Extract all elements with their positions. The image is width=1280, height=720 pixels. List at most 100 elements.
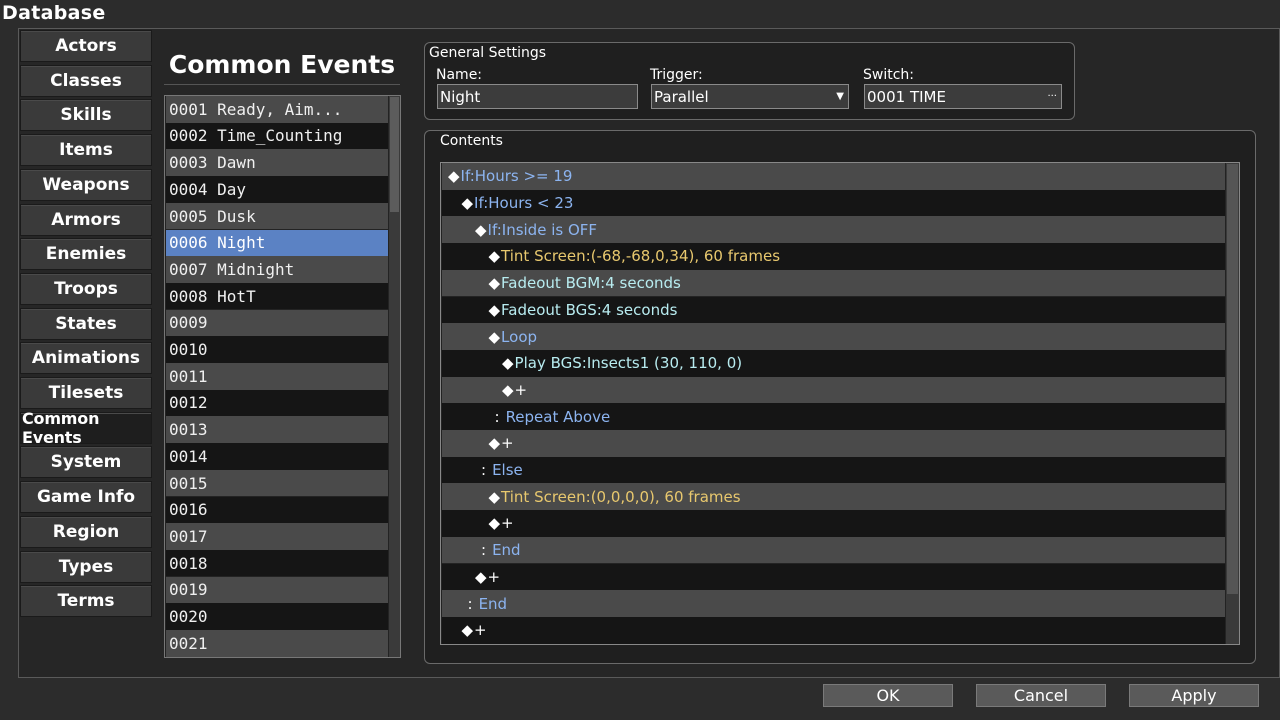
event-list-item[interactable]: 0011 bbox=[166, 363, 388, 390]
general-settings-title: General Settings bbox=[429, 45, 547, 61]
tab-common-events[interactable]: Common Events bbox=[20, 409, 152, 447]
diamond-icon: ◆ bbox=[461, 621, 474, 640]
event-list-item[interactable]: 0016 bbox=[166, 496, 388, 524]
command-row[interactable]: : End bbox=[442, 590, 1225, 617]
name-input[interactable]: Night bbox=[437, 84, 638, 109]
diamond-icon: ◆ bbox=[488, 274, 501, 293]
event-list-item[interactable]: 0002 Time_Counting bbox=[166, 122, 388, 150]
command-row[interactable]: ◆ Tint Screen:(0,0,0,0), 60 frames bbox=[442, 483, 1225, 511]
ellipsis-icon: ··· bbox=[1047, 91, 1057, 102]
command-text: If:Hours < 23 bbox=[474, 194, 574, 213]
tab-terms[interactable]: Terms bbox=[20, 585, 152, 618]
event-list-item[interactable]: 0001 Ready, Aim... bbox=[166, 96, 388, 123]
tab-armors[interactable]: Armors bbox=[20, 203, 152, 236]
apply-button[interactable]: Apply bbox=[1129, 684, 1259, 707]
tab-classes[interactable]: Classes bbox=[20, 64, 152, 97]
tab-actors[interactable]: Actors bbox=[20, 30, 152, 62]
event-list-item[interactable]: 0010 bbox=[166, 336, 388, 363]
command-text: If:Hours >= 19 bbox=[460, 167, 573, 186]
event-list-item[interactable]: 0021 bbox=[166, 630, 388, 657]
command-text: + bbox=[501, 514, 514, 533]
event-list-item[interactable]: 0019 bbox=[166, 576, 388, 604]
event-list-item[interactable]: 0008 HotT bbox=[166, 282, 388, 310]
command-text: + bbox=[514, 380, 528, 399]
contents-title: Contents bbox=[440, 133, 503, 149]
common-events-list[interactable]: 0001 Ready, Aim... 0002 Time_Counting 0003… bbox=[164, 95, 401, 658]
command-text: + bbox=[474, 621, 487, 640]
command-row[interactable]: : Else bbox=[442, 456, 1225, 484]
list-scrollbar-thumb[interactable] bbox=[390, 97, 399, 212]
tab-skills[interactable]: Skills bbox=[20, 99, 152, 132]
command-row[interactable]: ◆ + bbox=[442, 616, 1225, 644]
diamond-icon: ◆ bbox=[488, 434, 501, 453]
name-label: Name: bbox=[436, 67, 483, 83]
event-list-item[interactable]: 0005 Dusk bbox=[166, 202, 388, 230]
tab-troops[interactable]: Troops bbox=[20, 272, 152, 305]
event-list-item[interactable]: 0017 bbox=[166, 523, 388, 550]
diamond-icon: ◆ bbox=[461, 194, 474, 213]
command-row[interactable]: ◆ If:Hours < 23 bbox=[442, 189, 1225, 217]
trigger-label: Trigger: bbox=[650, 67, 703, 83]
tab-region[interactable]: Region bbox=[20, 515, 152, 548]
command-text: Tint Screen:(0,0,0,0), 60 frames bbox=[501, 487, 741, 506]
diamond-icon: ◆ bbox=[475, 567, 487, 586]
cancel-button[interactable]: Cancel bbox=[976, 684, 1106, 707]
command-text: Fadeout BGS:4 seconds bbox=[501, 300, 678, 319]
command-text: Else bbox=[492, 461, 523, 480]
command-row[interactable]: : End bbox=[442, 536, 1225, 564]
general-settings-panel: General Settings Name: Night Trigger: Pa… bbox=[424, 42, 1075, 120]
command-row[interactable]: ◆ Tint Screen:(-68,-68,0,34), 60 frames bbox=[442, 243, 1225, 270]
command-row[interactable]: ◆ Fadeout BGS:4 seconds bbox=[442, 296, 1225, 324]
command-row[interactable]: ◆ Fadeout BGM:4 seconds bbox=[442, 269, 1225, 297]
command-row[interactable]: ◆ Play BGS:Insects1 (30, 110, 0) bbox=[442, 349, 1225, 377]
event-list-item[interactable]: 0004 Day bbox=[166, 176, 388, 203]
event-list-item[interactable]: 0014 bbox=[166, 443, 388, 470]
event-list-item[interactable]: 0015 bbox=[166, 469, 388, 497]
event-list-item[interactable]: 0007 Midnight bbox=[166, 256, 388, 283]
tab-states[interactable]: States bbox=[20, 307, 152, 340]
command-row[interactable]: ◆ If:Inside is OFF bbox=[442, 216, 1225, 244]
trigger-value: Parallel bbox=[654, 87, 709, 106]
event-list-item[interactable]: 0006 Night bbox=[166, 229, 388, 257]
ok-button[interactable]: OK bbox=[823, 684, 953, 707]
contents-scrollbar-thumb[interactable] bbox=[1227, 164, 1238, 594]
tab-game-info[interactable]: Game Info bbox=[20, 481, 152, 514]
event-list-item[interactable]: 0018 bbox=[166, 549, 388, 577]
diamond-icon: ◆ bbox=[502, 354, 514, 373]
event-list-item[interactable]: 0012 bbox=[166, 389, 388, 417]
tab-items[interactable]: Items bbox=[20, 134, 152, 167]
event-list-item[interactable]: 0009 bbox=[166, 309, 388, 337]
command-row[interactable]: ◆ + bbox=[442, 430, 1225, 457]
diamond-icon: ◆ bbox=[448, 167, 460, 186]
command-text: If:Inside is OFF bbox=[487, 220, 598, 239]
diamond-icon: ◆ bbox=[488, 327, 501, 346]
event-list-item[interactable]: 0013 bbox=[166, 416, 388, 443]
branch-marker: : bbox=[467, 594, 473, 613]
switch-label: Switch: bbox=[863, 67, 915, 83]
command-row[interactable]: : Repeat Above bbox=[442, 403, 1225, 430]
diamond-icon: ◆ bbox=[488, 300, 501, 319]
command-row[interactable]: ◆ If:Hours >= 19 bbox=[442, 163, 1225, 190]
command-row[interactable]: ◆ Loop bbox=[442, 323, 1225, 350]
switch-select[interactable]: 0001 TIME ··· bbox=[864, 84, 1062, 109]
command-text: + bbox=[501, 434, 514, 453]
command-row[interactable]: ◆ + bbox=[442, 510, 1225, 537]
tab-tilesets[interactable]: Tilesets bbox=[20, 377, 152, 409]
event-commands-list[interactable]: ◆ If:Hours >= 19 ◆ If:Hours < 23 ◆ If:Inside … bbox=[440, 162, 1240, 645]
tab-weapons[interactable]: Weapons bbox=[20, 168, 152, 201]
command-text: Play BGS:Insects1 (30, 110, 0) bbox=[514, 354, 743, 373]
tab-enemies[interactable]: Enemies bbox=[20, 238, 152, 271]
trigger-select[interactable]: Parallel ▼ bbox=[651, 84, 849, 109]
diamond-icon: ◆ bbox=[502, 380, 514, 399]
command-text: Tint Screen:(-68,-68,0,34), 60 frames bbox=[501, 247, 781, 266]
command-row[interactable]: ◆ + bbox=[442, 376, 1225, 404]
command-text: + bbox=[487, 567, 501, 586]
event-list-item[interactable]: 0020 bbox=[166, 603, 388, 630]
tab-types[interactable]: Types bbox=[20, 550, 152, 583]
command-row[interactable]: ◆ + bbox=[442, 563, 1225, 591]
command-text: End bbox=[478, 594, 508, 613]
tab-animations[interactable]: Animations bbox=[20, 342, 152, 375]
event-list-item[interactable]: 0003 Dawn bbox=[166, 149, 388, 176]
command-text: Fadeout BGM:4 seconds bbox=[501, 274, 681, 293]
tab-system[interactable]: System bbox=[20, 446, 152, 479]
